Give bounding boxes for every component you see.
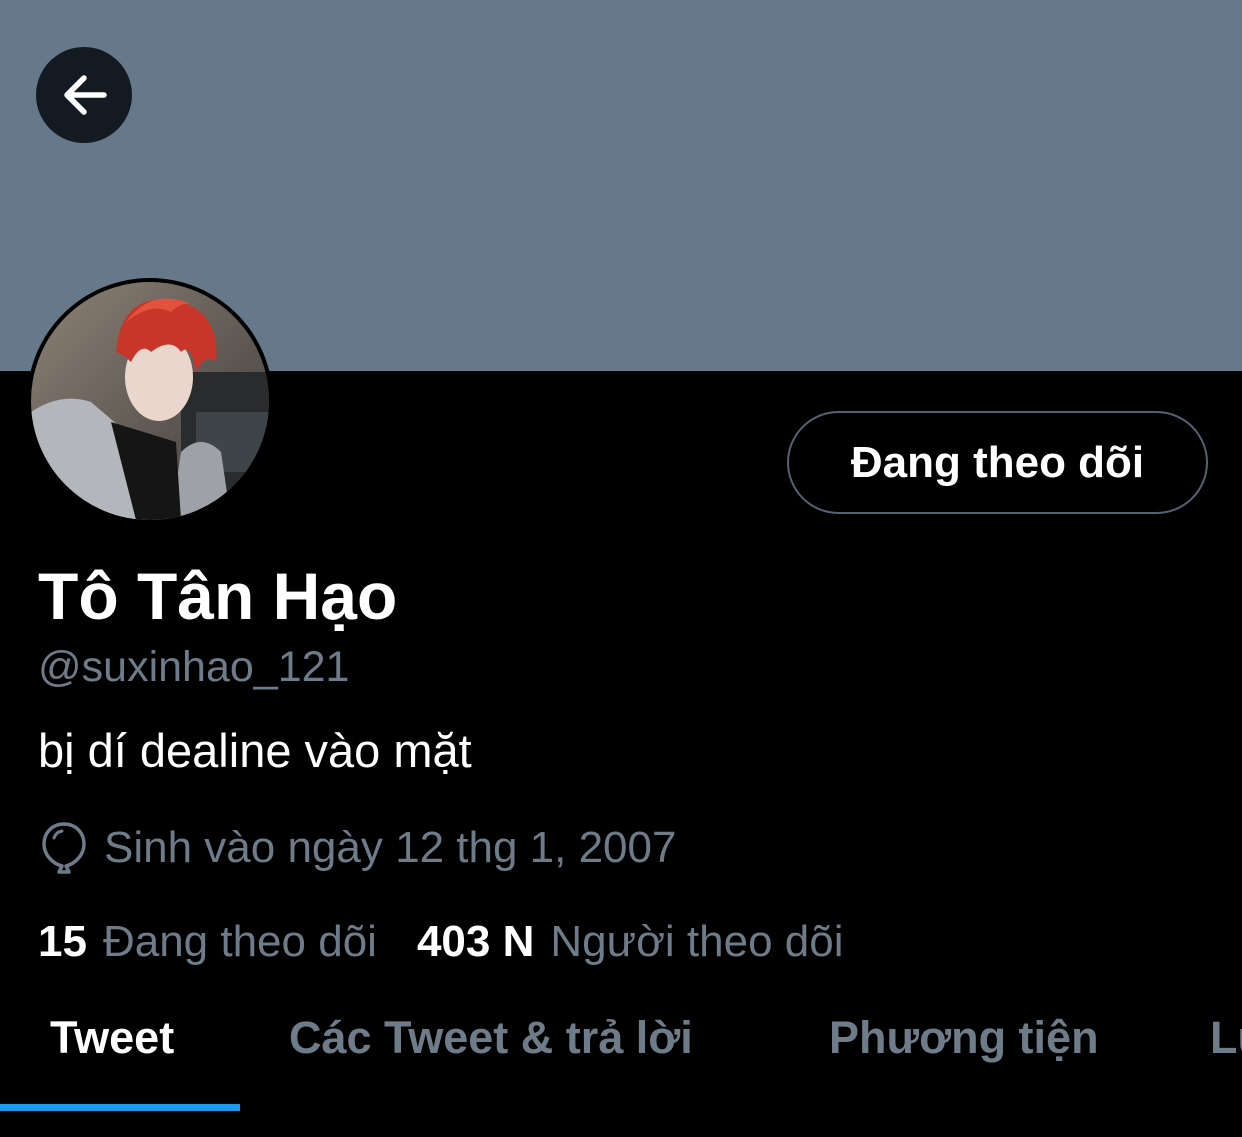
username-handle: @suxinhao_121: [38, 643, 350, 691]
follow-stats: 15 Đang theo dõi 403 N Người theo dõi: [38, 912, 844, 972]
tab-media[interactable]: Phương tiện: [829, 1010, 1099, 1066]
profile-bio: bị dí dealine vào mặt: [38, 724, 472, 777]
followers-label: Người theo dõi: [550, 917, 844, 966]
display-name: Tô Tân Hạo: [38, 559, 398, 633]
avatar[interactable]: [31, 282, 269, 520]
active-tab-indicator: [0, 1104, 240, 1111]
tab-likes[interactable]: Lư: [1210, 1010, 1242, 1066]
balloon-icon: [42, 822, 86, 874]
followers-count: 403 N: [416, 917, 535, 966]
birthdate-text: Sinh vào ngày 12 thg 1, 2007: [104, 823, 677, 872]
tab-tweets-replies[interactable]: Các Tweet & trả lời: [289, 1010, 693, 1066]
following-count: 15: [38, 917, 87, 966]
birthdate-row: Sinh vào ngày 12 thg 1, 2007: [38, 818, 676, 878]
arrow-left-icon: [64, 75, 107, 115]
tab-tweets[interactable]: Tweet: [50, 1010, 174, 1066]
followers-stat[interactable]: 403 N Người theo dõi: [417, 917, 844, 967]
back-button[interactable]: [36, 47, 132, 143]
following-stat[interactable]: 15 Đang theo dõi: [38, 917, 377, 967]
following-button[interactable]: Đang theo dõi: [787, 411, 1208, 514]
profile-tabs: Tweet Các Tweet & trả lời Phương tiện Lư: [0, 990, 1242, 1110]
following-label: Đang theo dõi: [102, 917, 377, 966]
